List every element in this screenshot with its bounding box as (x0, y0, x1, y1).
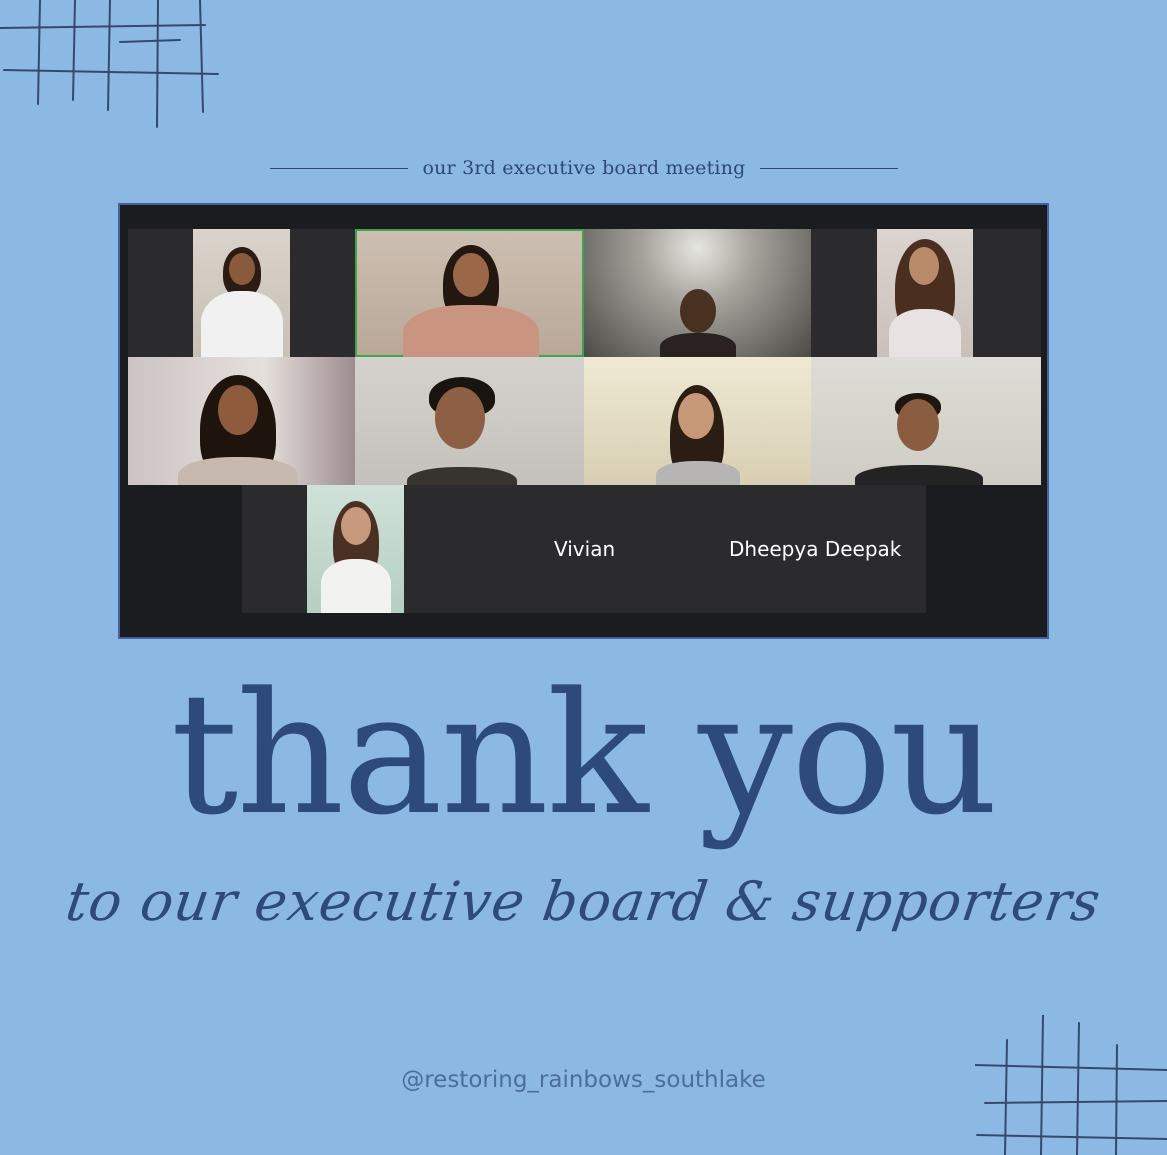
participant-video (307, 485, 404, 613)
social-handle: @restoring_rainbows_southlake (401, 1067, 766, 1093)
video-tile-4 (811, 229, 1041, 357)
video-tile-3 (584, 229, 811, 357)
script-subheading: to our executive board & supporters (62, 870, 1105, 933)
video-tile-5 (128, 357, 355, 485)
subtitle-rule-right (759, 167, 898, 169)
video-call-screenshot: Vivian Dheepya Deepak (118, 203, 1049, 639)
meeting-subtitle: our 3rd executive board meeting (270, 150, 898, 186)
hash-decoration-top-left (0, 0, 219, 128)
video-tile-9: Vivian Dheepya Deepak (242, 485, 926, 613)
headline-thank-you: thank you (170, 656, 999, 852)
video-tile-8 (811, 357, 1041, 485)
participant-video (193, 229, 290, 357)
video-tile-7 (584, 357, 811, 485)
video-tile-1 (128, 229, 355, 357)
participant-name-dheepya: Dheepya Deepak (729, 537, 902, 561)
video-tile-2-active-speaker (355, 229, 584, 357)
participant-name-vivian: Vivian (554, 537, 616, 561)
video-tile-6 (355, 357, 584, 485)
subtitle-rule-left (270, 167, 408, 169)
subtitle-text: our 3rd executive board meeting (422, 157, 746, 179)
participant-video (877, 229, 973, 357)
